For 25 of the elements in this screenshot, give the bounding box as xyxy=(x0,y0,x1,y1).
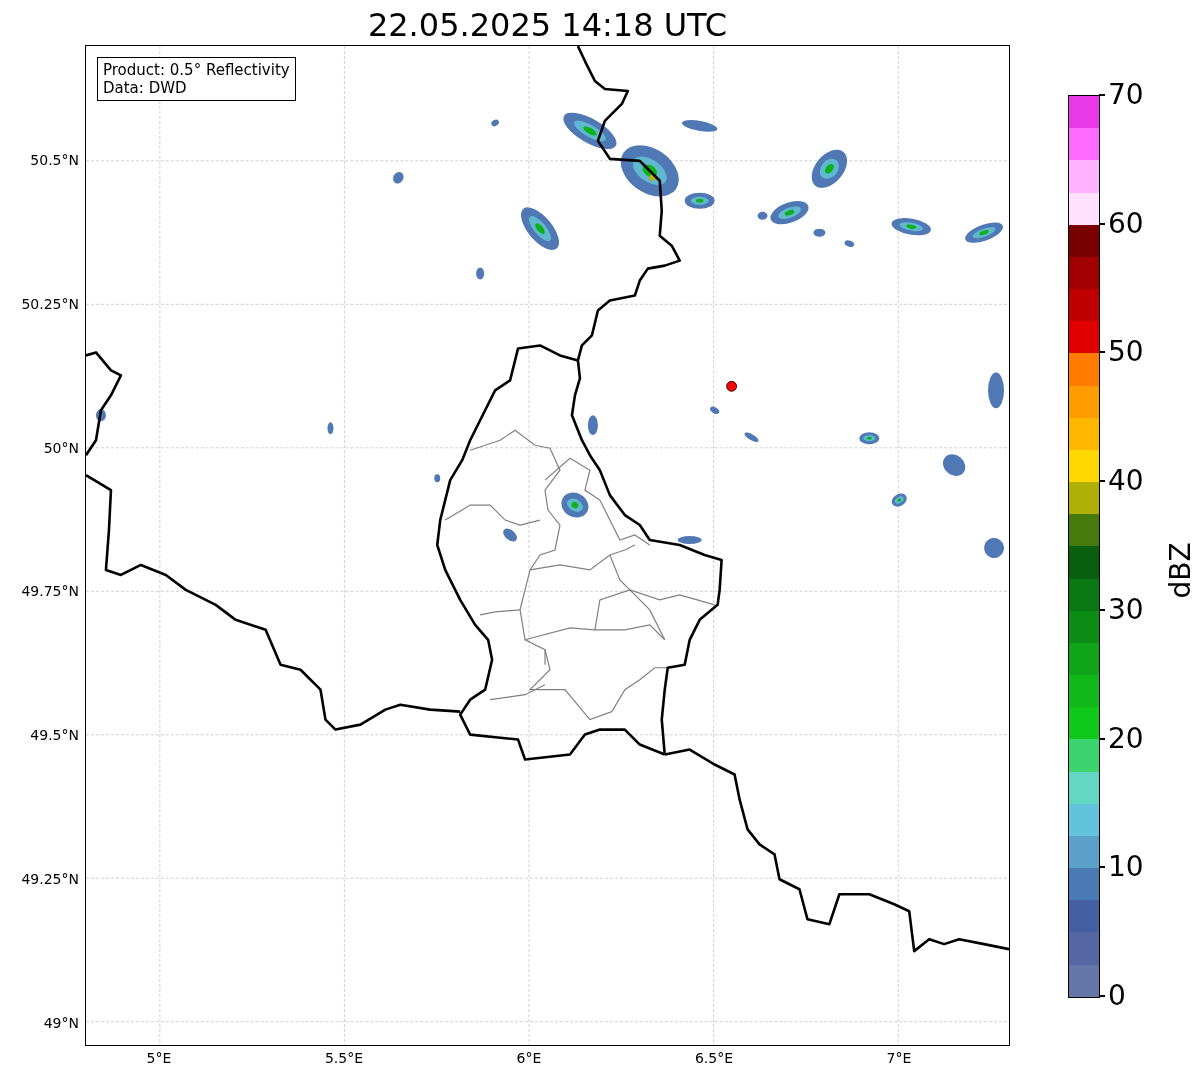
longitude-label: 5°E xyxy=(146,1050,172,1066)
latitude-label: 49.75°N xyxy=(21,582,79,601)
colorbar-tick-label: 40 xyxy=(1108,464,1144,499)
colorbar-label: dBZ xyxy=(1163,542,1197,599)
latitude-label: 50.5°N xyxy=(30,151,79,169)
longitude-label: 6.5°E xyxy=(694,1050,734,1066)
longitude-label: 6°E xyxy=(516,1050,542,1066)
longitude-label: 5.5°E xyxy=(324,1050,364,1066)
colorbar-tick-label: 10 xyxy=(1108,850,1144,885)
info-text: Data: DWD xyxy=(103,79,188,97)
latitude-label: 49.25°N xyxy=(21,870,79,888)
latitude-label: 50.25°N xyxy=(21,294,79,313)
latitude-label: 49°N xyxy=(43,1013,79,1032)
colorbar-tick-label: 20 xyxy=(1108,721,1144,756)
colorbar-tick-label: 60 xyxy=(1108,206,1144,241)
colorbar-tick-label: 0 xyxy=(1108,979,1126,1013)
colorbar-tick-label: 30 xyxy=(1108,592,1144,627)
colorbar-tick-label: 70 xyxy=(1108,78,1144,112)
radar-site-marker xyxy=(726,380,737,392)
chart-title: 22.05.2025 14:18 UTC xyxy=(367,5,728,45)
colorbar-tick-label: 50 xyxy=(1108,335,1144,370)
latitude-label: 50°N xyxy=(43,438,79,457)
latitude-label: 49.5°N xyxy=(30,726,79,745)
info-text: Product: 0.5° Reflectivity xyxy=(103,61,290,79)
longitude-label: 7°E xyxy=(886,1050,912,1066)
